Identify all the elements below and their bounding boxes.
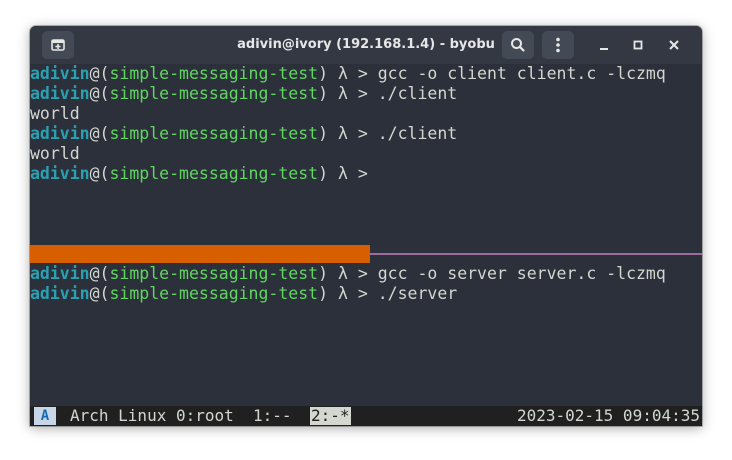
prompt-dir: simple-messaging-test xyxy=(109,164,319,183)
minimize-icon xyxy=(600,48,608,50)
search-icon xyxy=(511,38,525,52)
new-tab-button[interactable] xyxy=(42,31,74,59)
new-tab-icon xyxy=(51,39,65,51)
pane-splitter-line[interactable] xyxy=(370,253,702,255)
prompt-tail: ) λ > xyxy=(318,64,378,83)
output-line: world xyxy=(30,104,80,123)
close-icon xyxy=(669,40,679,50)
prompt-at: @( xyxy=(89,284,110,303)
prompt-dir: simple-messaging-test xyxy=(109,124,319,143)
terminal-line: adivin@(simple-messaging-test) λ > ./cli… xyxy=(30,124,457,144)
command-text: gcc -o server server.c -lczmq xyxy=(377,264,666,283)
maximize-icon xyxy=(633,40,643,50)
prompt-user: adivin xyxy=(30,284,90,303)
status-datetime: 2023-02-15 09:04:35 xyxy=(516,406,700,425)
terminal-area[interactable]: adivin@(simple-messaging-test) λ > gcc -… xyxy=(30,64,702,426)
prompt-at: @( xyxy=(89,164,110,183)
command-text: ./server xyxy=(377,284,458,303)
command-text: ./client xyxy=(377,124,458,143)
prompt-at: @( xyxy=(89,84,110,103)
maximize-button[interactable] xyxy=(626,33,650,57)
search-button[interactable] xyxy=(502,31,534,59)
prompt-user: adivin xyxy=(30,264,90,283)
minimize-button[interactable] xyxy=(592,33,616,57)
prompt-tail: ) λ > xyxy=(318,84,378,103)
terminal-line: adivin@(simple-messaging-test) λ > xyxy=(30,164,378,184)
prompt-at: @( xyxy=(89,264,110,283)
prompt-tail: ) λ > xyxy=(318,124,378,143)
terminal-line: adivin@(simple-messaging-test) λ > gcc -… xyxy=(30,64,666,84)
kebab-menu-icon xyxy=(556,37,560,53)
prompt-dir: simple-messaging-test xyxy=(109,284,319,303)
prompt-dir: simple-messaging-test xyxy=(109,64,319,83)
prompt-user: adivin xyxy=(30,64,90,83)
titlebar: adivin@ivory (192.168.1.4) - byobu xyxy=(30,26,702,64)
prompt-user: adivin xyxy=(30,164,90,183)
byobu-statusbar: A Arch Linux 0:root 1:-- 2:-* 2023-02-15… xyxy=(30,406,702,426)
terminal-line: adivin@(simple-messaging-test) λ > gcc -… xyxy=(30,264,666,284)
session-info: Arch Linux 0:root 1:-- xyxy=(70,406,292,425)
prompt-tail: ) λ > xyxy=(318,264,378,283)
terminal-line: adivin@(simple-messaging-test) λ > ./ser… xyxy=(30,284,457,304)
output-line: world xyxy=(30,144,80,163)
terminal-window: adivin@ivory (192.168.1.4) - byobu adivi… xyxy=(30,26,702,426)
os-badge: A xyxy=(34,407,56,425)
command-text: gcc -o client client.c -lczmq xyxy=(377,64,666,83)
close-button[interactable] xyxy=(662,33,686,57)
terminal-line: adivin@(simple-messaging-test) λ > ./cli… xyxy=(30,84,457,104)
prompt-dir: simple-messaging-test xyxy=(109,264,319,283)
prompt-tail: ) λ > xyxy=(318,164,378,183)
pane-splitter-active[interactable] xyxy=(30,245,370,263)
menu-button[interactable] xyxy=(542,31,574,59)
command-text: ./client xyxy=(377,84,458,103)
window-title: adivin@ivory (192.168.1.4) - byobu xyxy=(237,37,495,52)
prompt-at: @( xyxy=(89,64,110,83)
prompt-dir: simple-messaging-test xyxy=(109,84,319,103)
prompt-tail: ) λ > xyxy=(318,284,378,303)
prompt-user: adivin xyxy=(30,84,90,103)
active-window-tab[interactable]: 2:-* xyxy=(310,407,351,425)
prompt-at: @( xyxy=(89,124,110,143)
prompt-user: adivin xyxy=(30,124,90,143)
